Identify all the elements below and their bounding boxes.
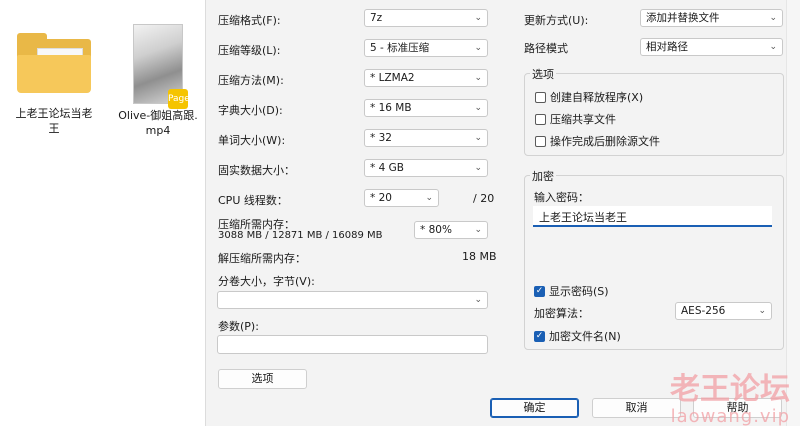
compression-level-value: 5 - 标准压缩	[370, 42, 430, 54]
compression-level-select[interactable]: 5 - 标准压缩 ⌄	[364, 39, 488, 57]
cpu-threads-max: / 20	[473, 192, 495, 205]
chevron-down-icon: ⌄	[758, 306, 766, 316]
folder-icon[interactable]	[17, 33, 91, 93]
add-to-archive-dialog: 压缩格式(F): 7z ⌄ 压缩等级(L): 5 - 标准压缩 ⌄ 压缩方法(M):…	[205, 0, 800, 426]
options-button[interactable]: 选项	[218, 369, 307, 389]
encryption-method-label: 加密算法：	[534, 307, 589, 320]
compression-method-label: 压缩方法(M):	[218, 74, 284, 87]
encrypt-filenames-checkbox[interactable]: ✓ 加密文件名(N)	[534, 328, 621, 344]
chevron-down-icon: ⌄	[474, 103, 482, 113]
media-badge-icon: Page	[168, 89, 190, 109]
cpu-threads-select[interactable]: * 20 ⌄	[364, 189, 439, 207]
desktop-item-video[interactable]: Olive-御姐高跟. mp4	[112, 108, 204, 138]
chevron-down-icon: ⌄	[474, 73, 482, 83]
create-sfx-checkbox[interactable]: 创建自释放程序(X)	[535, 89, 643, 105]
dictionary-size-label: 字典大小(D):	[218, 104, 283, 117]
checkbox-icon	[535, 113, 546, 125]
chevron-down-icon: ⌄	[474, 13, 482, 23]
compression-level-label: 压缩等级(L):	[218, 44, 281, 57]
cpu-threads-label: CPU 线程数：	[218, 194, 288, 207]
video-label-line2: mp4	[145, 124, 171, 137]
video-thumbnail-icon[interactable]: Page	[133, 24, 190, 109]
ok-button[interactable]: 确定	[490, 398, 579, 418]
archive-format-select[interactable]: 7z ⌄	[364, 9, 488, 27]
word-size-value: * 32	[370, 132, 392, 144]
show-password-checkbox[interactable]: ✓ 显示密码(S)	[534, 283, 609, 299]
update-mode-label: 更新方式(U):	[524, 14, 589, 27]
encrypt-filenames-label: 加密文件名(N)	[549, 330, 621, 343]
path-mode-label: 路径模式	[524, 42, 568, 55]
chevron-down-icon: ⌄	[474, 295, 482, 305]
compression-method-value: * LZMA2	[370, 72, 415, 84]
update-mode-value: 添加并替换文件	[646, 12, 720, 24]
archive-format-label: 压缩格式(F):	[218, 14, 281, 27]
chevron-down-icon: ⌄	[474, 225, 482, 235]
word-size-label: 单词大小(W):	[218, 134, 286, 147]
video-label-line1: Olive-御姐高跟.	[118, 109, 198, 122]
solid-block-select[interactable]: * 4 GB ⌄	[364, 159, 488, 177]
dictionary-size-value: * 16 MB	[370, 102, 412, 114]
chevron-down-icon: ⌄	[769, 13, 777, 23]
create-sfx-label: 创建自释放程序(X)	[550, 91, 644, 104]
memory-decompress-value: 18 MB	[462, 250, 497, 263]
window-edge	[786, 0, 800, 426]
cpu-threads-value: * 20	[370, 192, 392, 204]
compress-shared-checkbox[interactable]: 压缩共享文件	[535, 111, 616, 127]
desktop: 上老王论坛当老 王 Page Olive-御姐高跟. mp4	[0, 0, 205, 426]
password-value: 上老王论坛当老王	[539, 211, 627, 224]
memory-decompress-label: 解压缩所需内存：	[218, 252, 306, 265]
folder-label-line2: 王	[48, 122, 60, 135]
desktop-item-folder[interactable]: 上老王论坛当老 王	[8, 106, 100, 136]
memory-compress-detail: 3088 MB / 12871 MB / 16089 MB	[218, 230, 383, 241]
chevron-down-icon: ⌄	[474, 133, 482, 143]
split-volumes-label: 分卷大小，字节(V):	[218, 275, 315, 288]
watermark: 老王论坛 laowang.vip	[670, 364, 790, 427]
chevron-down-icon: ⌄	[474, 163, 482, 173]
compress-shared-label: 压缩共享文件	[550, 113, 616, 126]
checkmark-icon: ✓	[534, 285, 545, 297]
checkbox-icon	[535, 91, 546, 103]
delete-after-label: 操作完成后删除源文件	[550, 135, 660, 148]
checkmark-icon: ✓	[534, 330, 545, 342]
cancel-button[interactable]: 取消	[592, 398, 681, 418]
encryption-method-select[interactable]: AES-256 ⌄	[675, 302, 772, 320]
encryption-method-value: AES-256	[681, 305, 726, 317]
show-password-label: 显示密码(S)	[549, 285, 609, 298]
encryption-group-title: 加密	[530, 168, 556, 184]
parameters-label: 参数(P):	[218, 320, 259, 333]
watermark-url: laowang.vip	[670, 406, 790, 427]
chevron-down-icon: ⌄	[474, 43, 482, 53]
compression-method-select[interactable]: * LZMA2 ⌄	[364, 69, 488, 87]
password-input[interactable]: 上老王论坛当老王	[533, 206, 772, 227]
chevron-down-icon: ⌄	[769, 42, 777, 52]
options-group-title: 选项	[530, 66, 556, 82]
dictionary-size-select[interactable]: * 16 MB ⌄	[364, 99, 488, 117]
watermark-title: 老王论坛	[670, 372, 790, 407]
memory-usage-value: * 80%	[420, 224, 452, 236]
solid-block-label: 固实数据大小：	[218, 164, 295, 177]
chevron-down-icon: ⌄	[425, 193, 433, 203]
solid-block-value: * 4 GB	[370, 162, 404, 174]
split-volumes-select[interactable]: ⌄	[217, 291, 488, 309]
delete-after-checkbox[interactable]: 操作完成后删除源文件	[535, 133, 660, 149]
parameters-input[interactable]	[217, 335, 488, 354]
folder-label-line1: 上老王论坛当老	[15, 107, 93, 120]
path-mode-value: 相对路径	[646, 41, 688, 53]
password-label: 输入密码：	[534, 191, 589, 204]
path-mode-select[interactable]: 相对路径 ⌄	[640, 38, 783, 56]
checkbox-icon	[535, 135, 546, 147]
memory-usage-select[interactable]: * 80% ⌄	[414, 221, 488, 239]
update-mode-select[interactable]: 添加并替换文件 ⌄	[640, 9, 783, 27]
word-size-select[interactable]: * 32 ⌄	[364, 129, 488, 147]
archive-format-value: 7z	[370, 12, 383, 24]
